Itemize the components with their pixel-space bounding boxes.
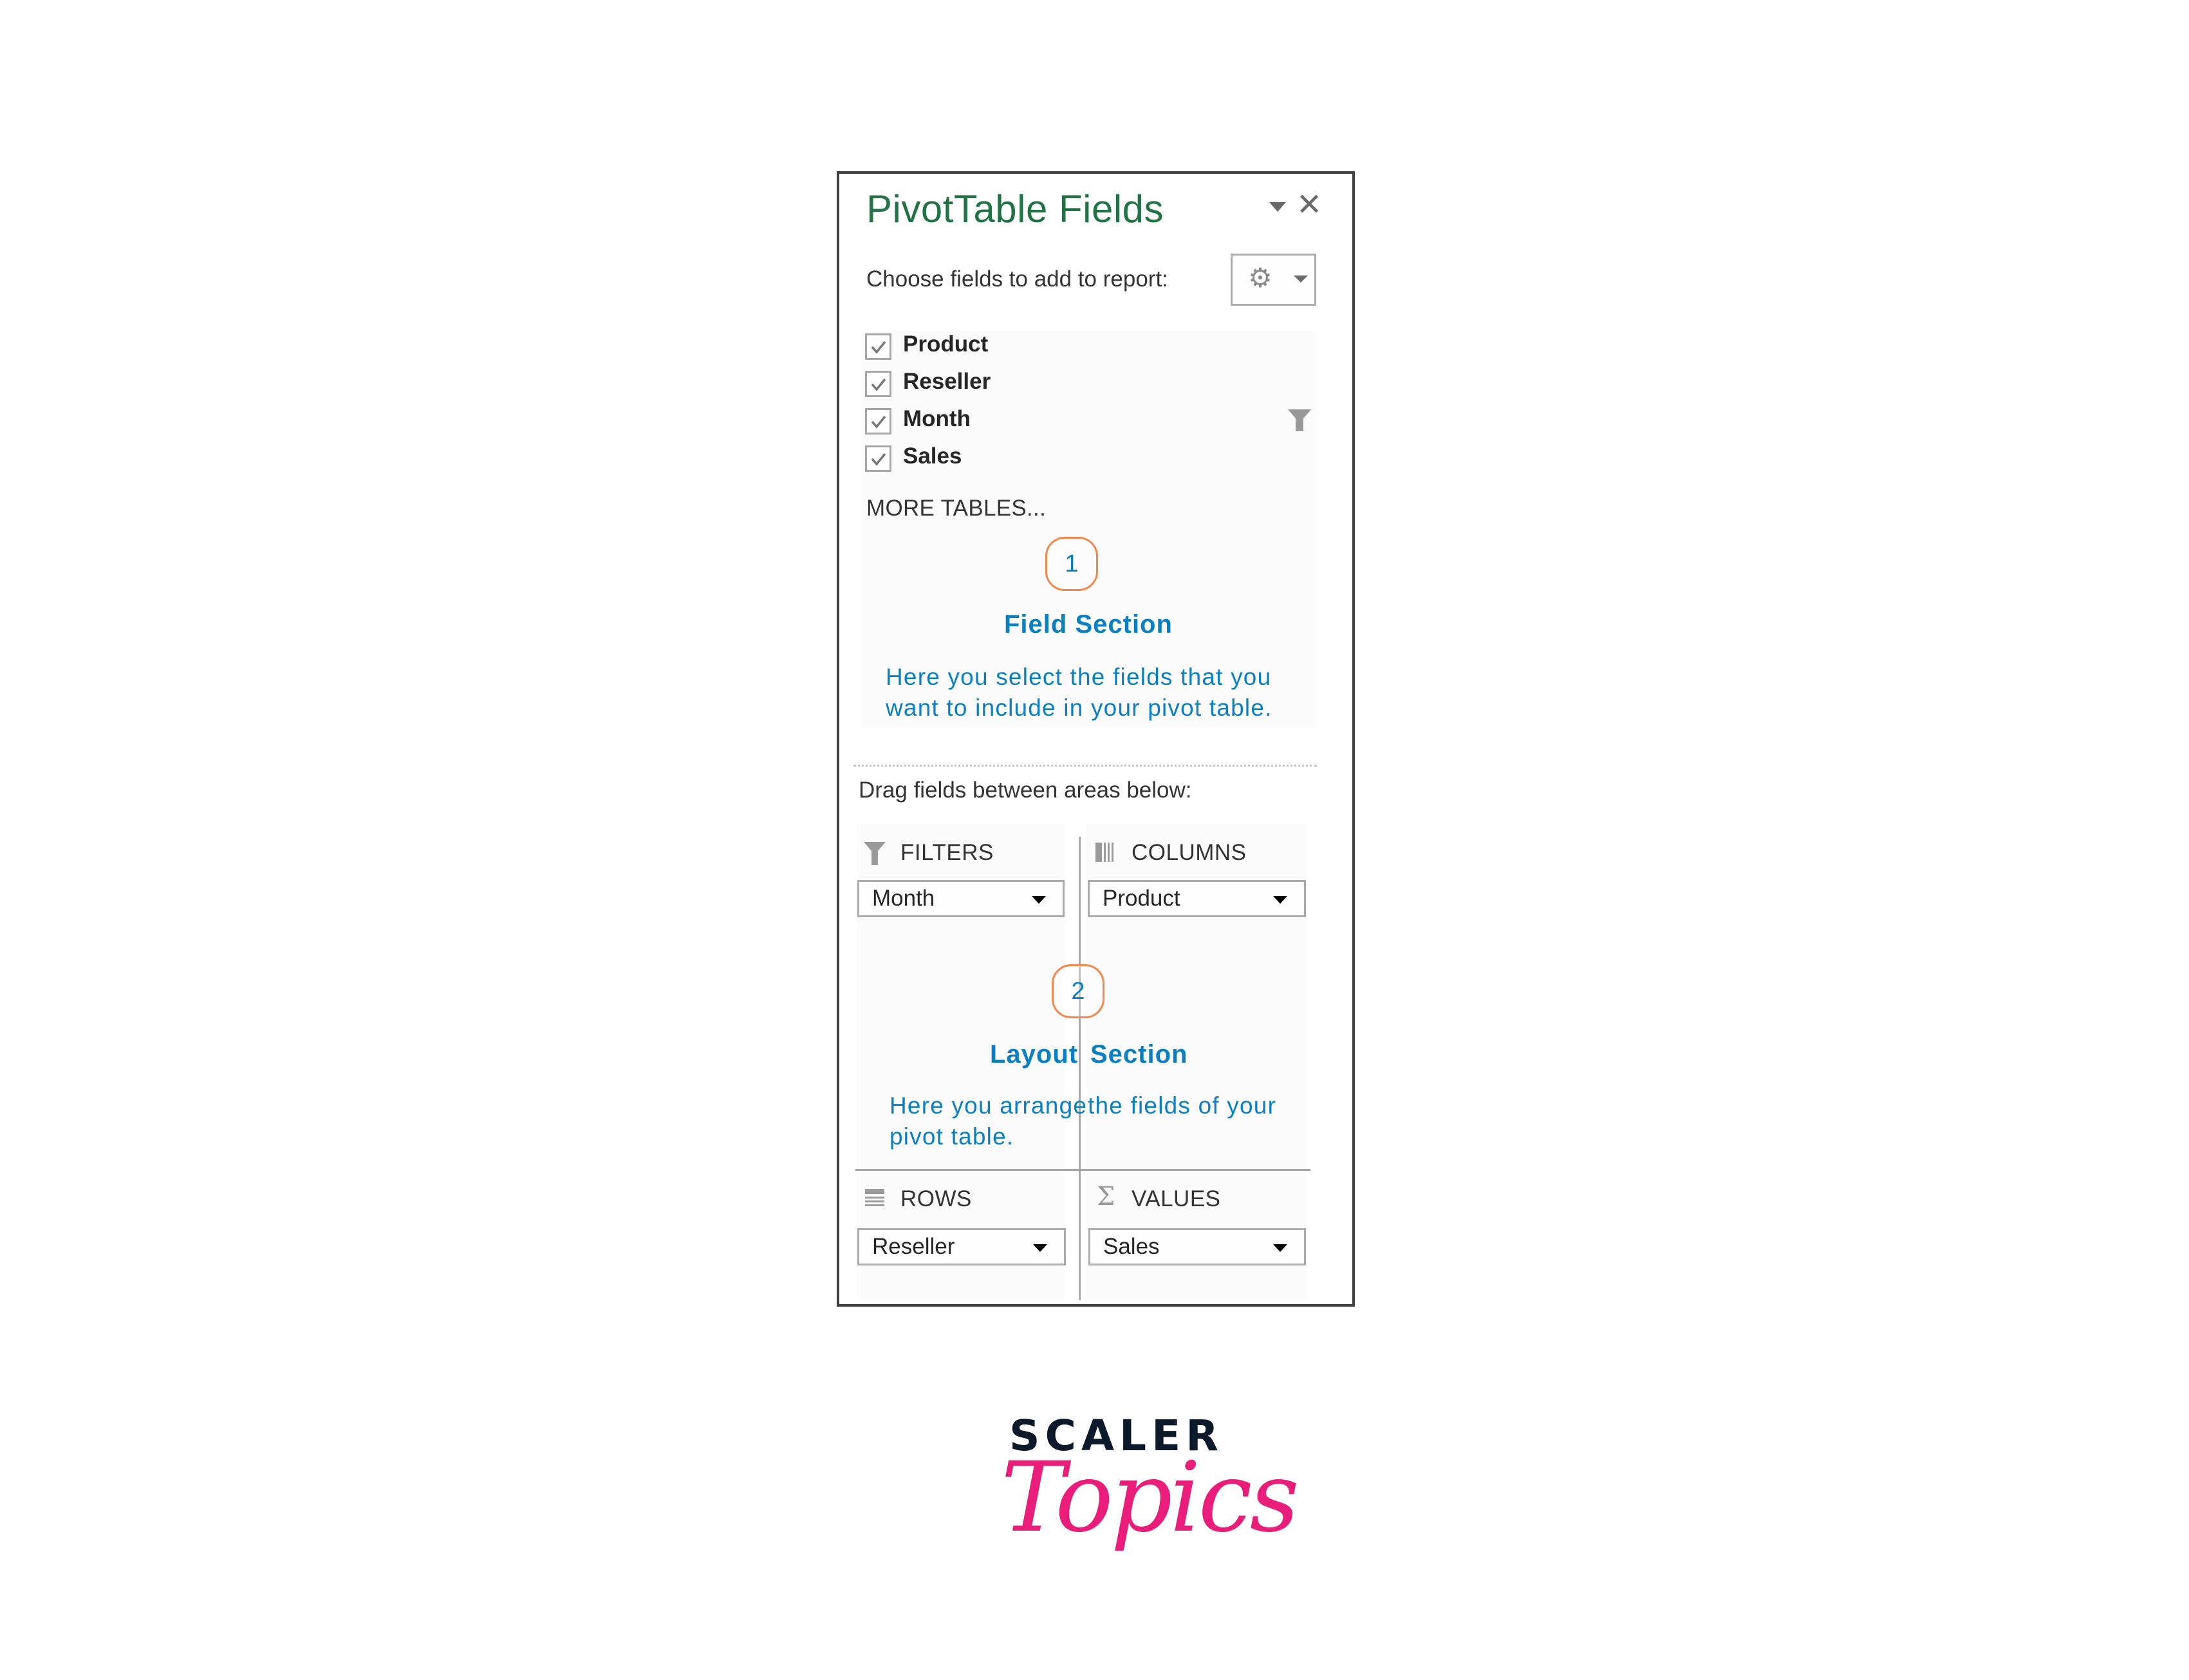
dropdown-arrow-icon[interactable]	[1273, 1244, 1287, 1252]
rows-icon	[865, 1189, 884, 1206]
annotation-desc-field-section: Here you select the fields that you want…	[886, 664, 1272, 721]
area-horizontal-divider	[855, 1169, 1310, 1171]
field-item-product[interactable]	[865, 333, 891, 360]
dropdown-arrow-icon[interactable]	[1032, 896, 1046, 904]
drag-fields-label: Drag fields between areas below:	[859, 778, 1192, 803]
annotation-badge-1: 1	[1045, 537, 1098, 591]
filter-icon	[864, 842, 886, 865]
dropdown-value: Sales	[1103, 1234, 1160, 1259]
field-label[interactable]: Reseller	[903, 369, 991, 395]
columns-area-header: COLUMNS	[1132, 840, 1247, 865]
gear-icon: ⚙	[1248, 262, 1272, 294]
field-checkbox[interactable]	[865, 333, 891, 360]
field-label[interactable]: Month	[903, 406, 971, 432]
dropdown-arrow-icon[interactable]	[1033, 1244, 1047, 1252]
checkmark-icon	[871, 378, 886, 391]
logo-topics-text: Topics	[1001, 1442, 1299, 1554]
dropdown-value: Month	[872, 886, 935, 911]
values-field-dropdown[interactable]: Sales	[1088, 1228, 1306, 1265]
field-checkbox[interactable]	[865, 445, 891, 472]
annotation-title-field-section: Field Section	[1004, 610, 1173, 639]
columns-icon	[1095, 843, 1113, 862]
field-item-month[interactable]	[865, 408, 891, 434]
annotation-desc-layout-line1-left: Here you arrange	[890, 1092, 1088, 1119]
sigma-icon: Σ	[1097, 1182, 1115, 1211]
checkmark-icon	[871, 415, 886, 429]
filters-field-dropdown[interactable]: Month	[857, 880, 1065, 917]
filters-area-header: FILTERS	[900, 840, 994, 865]
chevron-down-icon	[1294, 275, 1308, 283]
checkmark-icon	[871, 453, 886, 466]
field-label[interactable]: Product	[903, 331, 988, 357]
field-item-reseller[interactable]	[865, 371, 891, 397]
field-checkbox[interactable]	[865, 408, 891, 434]
filter-applied-icon	[1288, 409, 1311, 431]
annotation-badge-2: 2	[1052, 964, 1104, 1018]
checkmark-icon	[871, 341, 886, 354]
annotation-title-layout: Layout	[990, 1040, 1079, 1069]
columns-field-dropdown[interactable]: Product	[1088, 880, 1306, 917]
field-label[interactable]: Sales	[903, 443, 962, 469]
annotation-title-section: Section	[1090, 1040, 1188, 1069]
field-checkbox[interactable]	[865, 371, 891, 397]
field-item-sales[interactable]	[865, 445, 891, 472]
pane-title: PivotTable Fields	[866, 187, 1164, 230]
section-separator	[853, 765, 1317, 767]
close-icon[interactable]: ✕	[1296, 189, 1322, 220]
dropdown-arrow-icon[interactable]	[1273, 896, 1287, 904]
more-tables-link[interactable]: MORE TABLES...	[866, 496, 1046, 521]
dropdown-value: Product	[1103, 886, 1180, 911]
rows-area-header: ROWS	[900, 1186, 972, 1211]
annotation-desc-layout-line1-right: the fields of your	[1088, 1092, 1277, 1119]
choose-fields-label: Choose fields to add to report:	[866, 266, 1168, 292]
area-vertical-divider	[1079, 837, 1081, 1300]
rows-field-dropdown[interactable]: Reseller	[857, 1228, 1066, 1265]
values-area-header: VALUES	[1132, 1186, 1221, 1211]
dropdown-value: Reseller	[872, 1234, 955, 1259]
pane-options-dropdown-icon[interactable]	[1269, 202, 1286, 212]
annotation-desc-layout-line2: pivot table.	[890, 1123, 1014, 1150]
